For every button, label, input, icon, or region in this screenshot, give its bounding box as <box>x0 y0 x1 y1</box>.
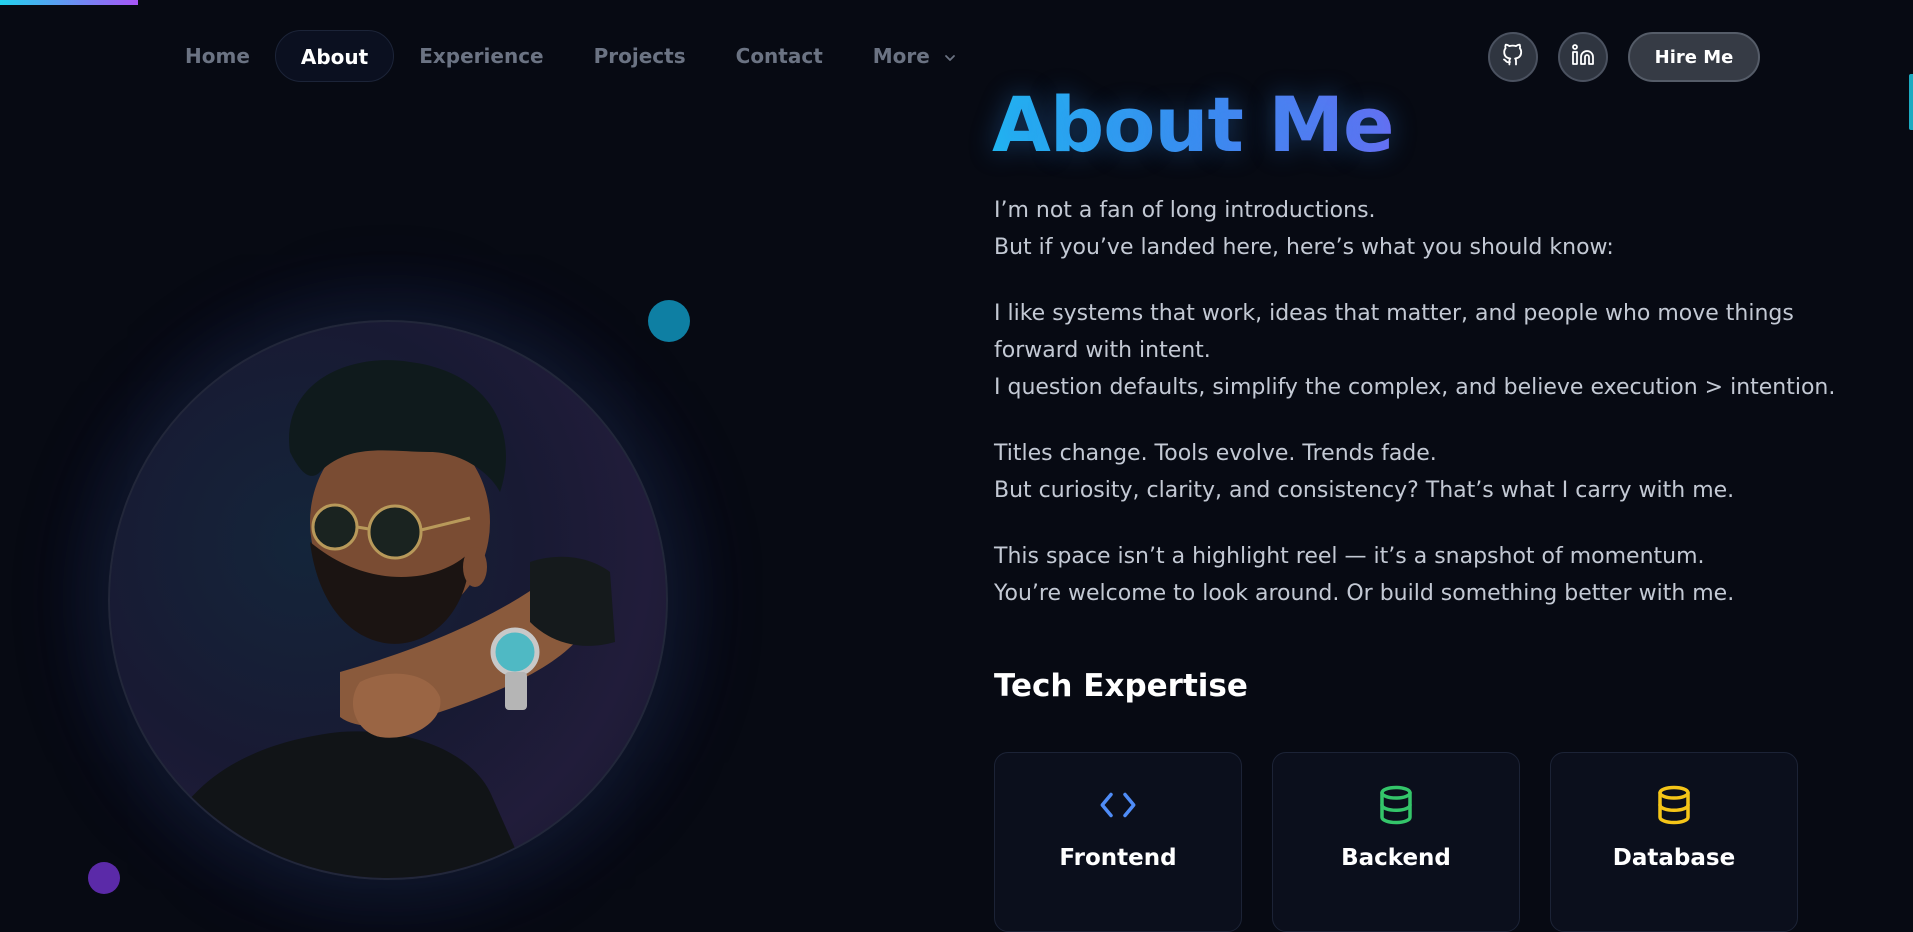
tech-card-backend[interactable]: Backend <box>1272 752 1520 932</box>
nav-item-label: More <box>872 44 930 68</box>
nav-item-label: Experience <box>419 44 544 68</box>
nav-item-home[interactable]: Home <box>160 30 275 82</box>
nav-item-label: Projects <box>593 44 686 68</box>
linkedin-button[interactable] <box>1558 32 1608 82</box>
main-nav: Home About Experience Projects Contact M… <box>160 28 982 84</box>
portrait-illustration <box>150 360 615 878</box>
bio-line: forward with intent. <box>994 338 1211 363</box>
tech-card-database[interactable]: Database <box>1550 752 1798 932</box>
nav-item-contact[interactable]: Contact <box>711 30 848 82</box>
bio-paragraph: I like systems that work, ideas that mat… <box>994 295 1874 406</box>
nav-actions: Hire Me <box>1488 32 1760 82</box>
database-icon <box>1653 783 1695 827</box>
chevron-down-icon <box>943 32 957 84</box>
hire-me-button[interactable]: Hire Me <box>1628 32 1760 82</box>
nav-item-label: About <box>300 45 369 69</box>
profile-photo <box>108 320 668 880</box>
tech-card-frontend[interactable]: Frontend <box>994 752 1242 932</box>
tech-expertise-heading: Tech Expertise <box>994 668 1248 704</box>
bio-line: I like systems that work, ideas that mat… <box>994 301 1794 326</box>
bio-line: But curiosity, clarity, and consistency?… <box>994 478 1735 503</box>
code-icon <box>1097 783 1139 827</box>
tech-cards: Frontend Backend Database <box>994 752 1798 932</box>
scrollbar-thumb[interactable] <box>1909 74 1913 130</box>
hire-me-label: Hire Me <box>1654 46 1734 68</box>
bio-line: I’m not a fan of long introductions. <box>994 198 1376 223</box>
tech-card-label: Database <box>1612 845 1736 871</box>
tech-card-label: Frontend <box>1059 845 1177 871</box>
github-button[interactable] <box>1488 32 1538 82</box>
nav-item-label: Home <box>185 44 250 68</box>
tech-card-label: Backend <box>1341 845 1451 871</box>
bio-text: I’m not a fan of long introductions. But… <box>994 192 1874 641</box>
decorative-dot <box>648 300 690 342</box>
scroll-progress-bar <box>0 0 138 5</box>
bio-paragraph: Titles change. Tools evolve. Trends fade… <box>994 435 1874 509</box>
decorative-dot <box>88 862 120 894</box>
nav-item-more[interactable]: More <box>848 30 982 82</box>
page-title: About Me <box>992 80 1395 169</box>
database-icon <box>1375 783 1417 827</box>
nav-item-about[interactable]: About <box>274 30 395 82</box>
linkedin-icon <box>1571 43 1595 71</box>
bio-line: You’re welcome to look around. Or build … <box>994 581 1735 606</box>
bio-paragraph: This space isn’t a highlight reel — it’s… <box>994 538 1874 612</box>
github-icon <box>1501 43 1525 71</box>
bio-line: Titles change. Tools evolve. Trends fade… <box>994 441 1437 466</box>
bio-line: This space isn’t a highlight reel — it’s… <box>994 544 1705 569</box>
nav-item-projects[interactable]: Projects <box>569 30 711 82</box>
bio-line: But if you’ve landed here, here’s what y… <box>994 235 1614 260</box>
bio-line: I question defaults, simplify the comple… <box>994 375 1836 400</box>
bio-paragraph: I’m not a fan of long introductions. But… <box>994 192 1874 266</box>
nav-item-experience[interactable]: Experience <box>394 30 568 82</box>
nav-item-label: Contact <box>735 44 823 68</box>
